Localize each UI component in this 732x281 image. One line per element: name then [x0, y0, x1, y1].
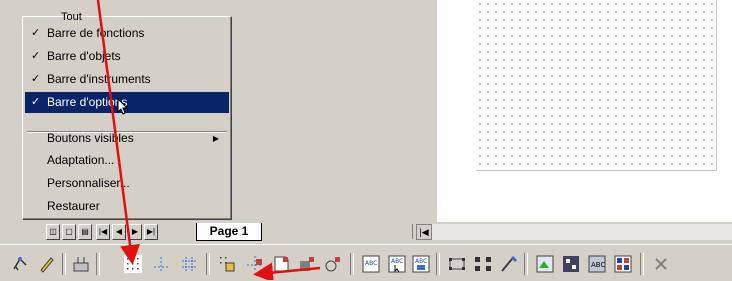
snap-to-object-points-icon[interactable]: [322, 253, 344, 275]
text-fit-icon[interactable]: ABC: [410, 253, 432, 275]
last-page-icon[interactable]: ▶|: [144, 224, 158, 240]
menu-item-label: Barre d'instruments: [47, 72, 151, 86]
snap-to-object-border-icon[interactable]: [296, 253, 318, 275]
rotation-mode-icon[interactable]: [10, 253, 32, 275]
toolbar-separator: [96, 253, 100, 275]
double-click-edit-icon[interactable]: [498, 253, 520, 275]
handles-large-icon[interactable]: [472, 253, 494, 275]
menu-item-tout-partial[interactable]: Tout: [61, 11, 82, 23]
toolbar-separator: [206, 253, 210, 275]
svg-text:ABC: ABC: [591, 261, 605, 269]
menu-item-barre-d-instruments[interactable]: ✓ Barre d'instruments: [25, 69, 229, 90]
svg-text:ABC: ABC: [415, 258, 427, 265]
mouse-cursor-icon: [117, 98, 129, 115]
select-text-area-only-icon[interactable]: [560, 253, 582, 275]
helplines-move-icon[interactable]: [178, 253, 200, 275]
submenu-arrow-icon: ▶: [212, 134, 219, 143]
next-page-icon[interactable]: ▶: [128, 224, 142, 240]
check-icon: ✓: [31, 73, 41, 85]
svg-text:ABC: ABC: [365, 260, 377, 267]
menu-item-personnaliser[interactable]: Personnaliser...: [25, 173, 229, 194]
menu-item-adaptation[interactable]: Adaptation...: [25, 150, 229, 171]
snap-lines-icon[interactable]: [150, 253, 172, 275]
snap-to-grid-icon[interactable]: [216, 253, 238, 275]
toolbar-separator: [350, 253, 354, 275]
svg-text:ABC: ABC: [391, 258, 403, 265]
menu-item-label: Barre d'objets: [47, 49, 121, 63]
text-edit-icon[interactable]: ABC: [386, 253, 408, 275]
menu-item-label: Personnaliser...: [47, 176, 130, 190]
menu-item-label: Boutons visibles: [47, 131, 134, 145]
workspace-margin: [232, 0, 437, 222]
menu-item-label: Barre d'options: [47, 95, 128, 109]
toolbar-separator: [62, 253, 66, 275]
menu-item-boutons-visibles[interactable]: Boutons visibles ▶: [25, 128, 229, 149]
toolbar-separator: [436, 253, 440, 275]
first-page-icon[interactable]: |◀: [96, 224, 110, 240]
view-master-icon[interactable]: ▢: [62, 224, 76, 240]
more-options-icon[interactable]: [650, 253, 672, 275]
snap-to-page-margins-icon[interactable]: [270, 253, 292, 275]
pencil-icon[interactable]: [36, 253, 58, 275]
check-icon: ✓: [31, 50, 41, 62]
handles-simple-icon[interactable]: [446, 253, 468, 275]
toolbar-separator: [640, 253, 644, 275]
toolbars-context-menu: Tout ✓ Barre de fonctions ✓ Barre d'obje…: [22, 11, 232, 220]
menu-item-label: Restaurer: [47, 199, 100, 213]
toolbar-separator: [524, 253, 528, 275]
menu-item-barre-de-fonctions[interactable]: ✓ Barre de fonctions: [25, 23, 229, 44]
check-icon: ✓: [31, 27, 41, 39]
object-bezier-icon[interactable]: [612, 253, 634, 275]
menu-item-barre-d-objets[interactable]: ✓ Barre d'objets: [25, 46, 229, 67]
scroll-left-icon[interactable]: |◀: [416, 224, 432, 240]
quick-edit-icon[interactable]: [534, 253, 556, 275]
options-toolbar: ABC ABC ABC ABC: [0, 244, 732, 281]
horizontal-scrollbar[interactable]: [432, 224, 732, 240]
exit-all-groups-icon[interactable]: ABC: [586, 253, 608, 275]
text-frame-icon[interactable]: ABC: [360, 253, 382, 275]
edit-points-icon[interactable]: [70, 253, 92, 275]
menu-item-label: Barre de fonctions: [47, 26, 145, 40]
snap-to-helplines-icon[interactable]: [244, 253, 266, 275]
view-layer-icon[interactable]: ▤: [78, 224, 92, 240]
prev-page-icon[interactable]: ◀: [112, 224, 126, 240]
page-grid[interactable]: [476, 0, 717, 171]
show-grid-icon[interactable]: [122, 253, 144, 275]
menu-item-label: Adaptation...: [47, 153, 115, 167]
view-normal-icon[interactable]: ◫: [46, 224, 60, 240]
check-icon: ✓: [31, 96, 41, 108]
menu-item-barre-d-options[interactable]: ✓ Barre d'options: [25, 92, 229, 115]
tab-page-1[interactable]: Page 1: [196, 223, 262, 241]
menu-item-restaurer[interactable]: Restaurer: [25, 196, 229, 217]
